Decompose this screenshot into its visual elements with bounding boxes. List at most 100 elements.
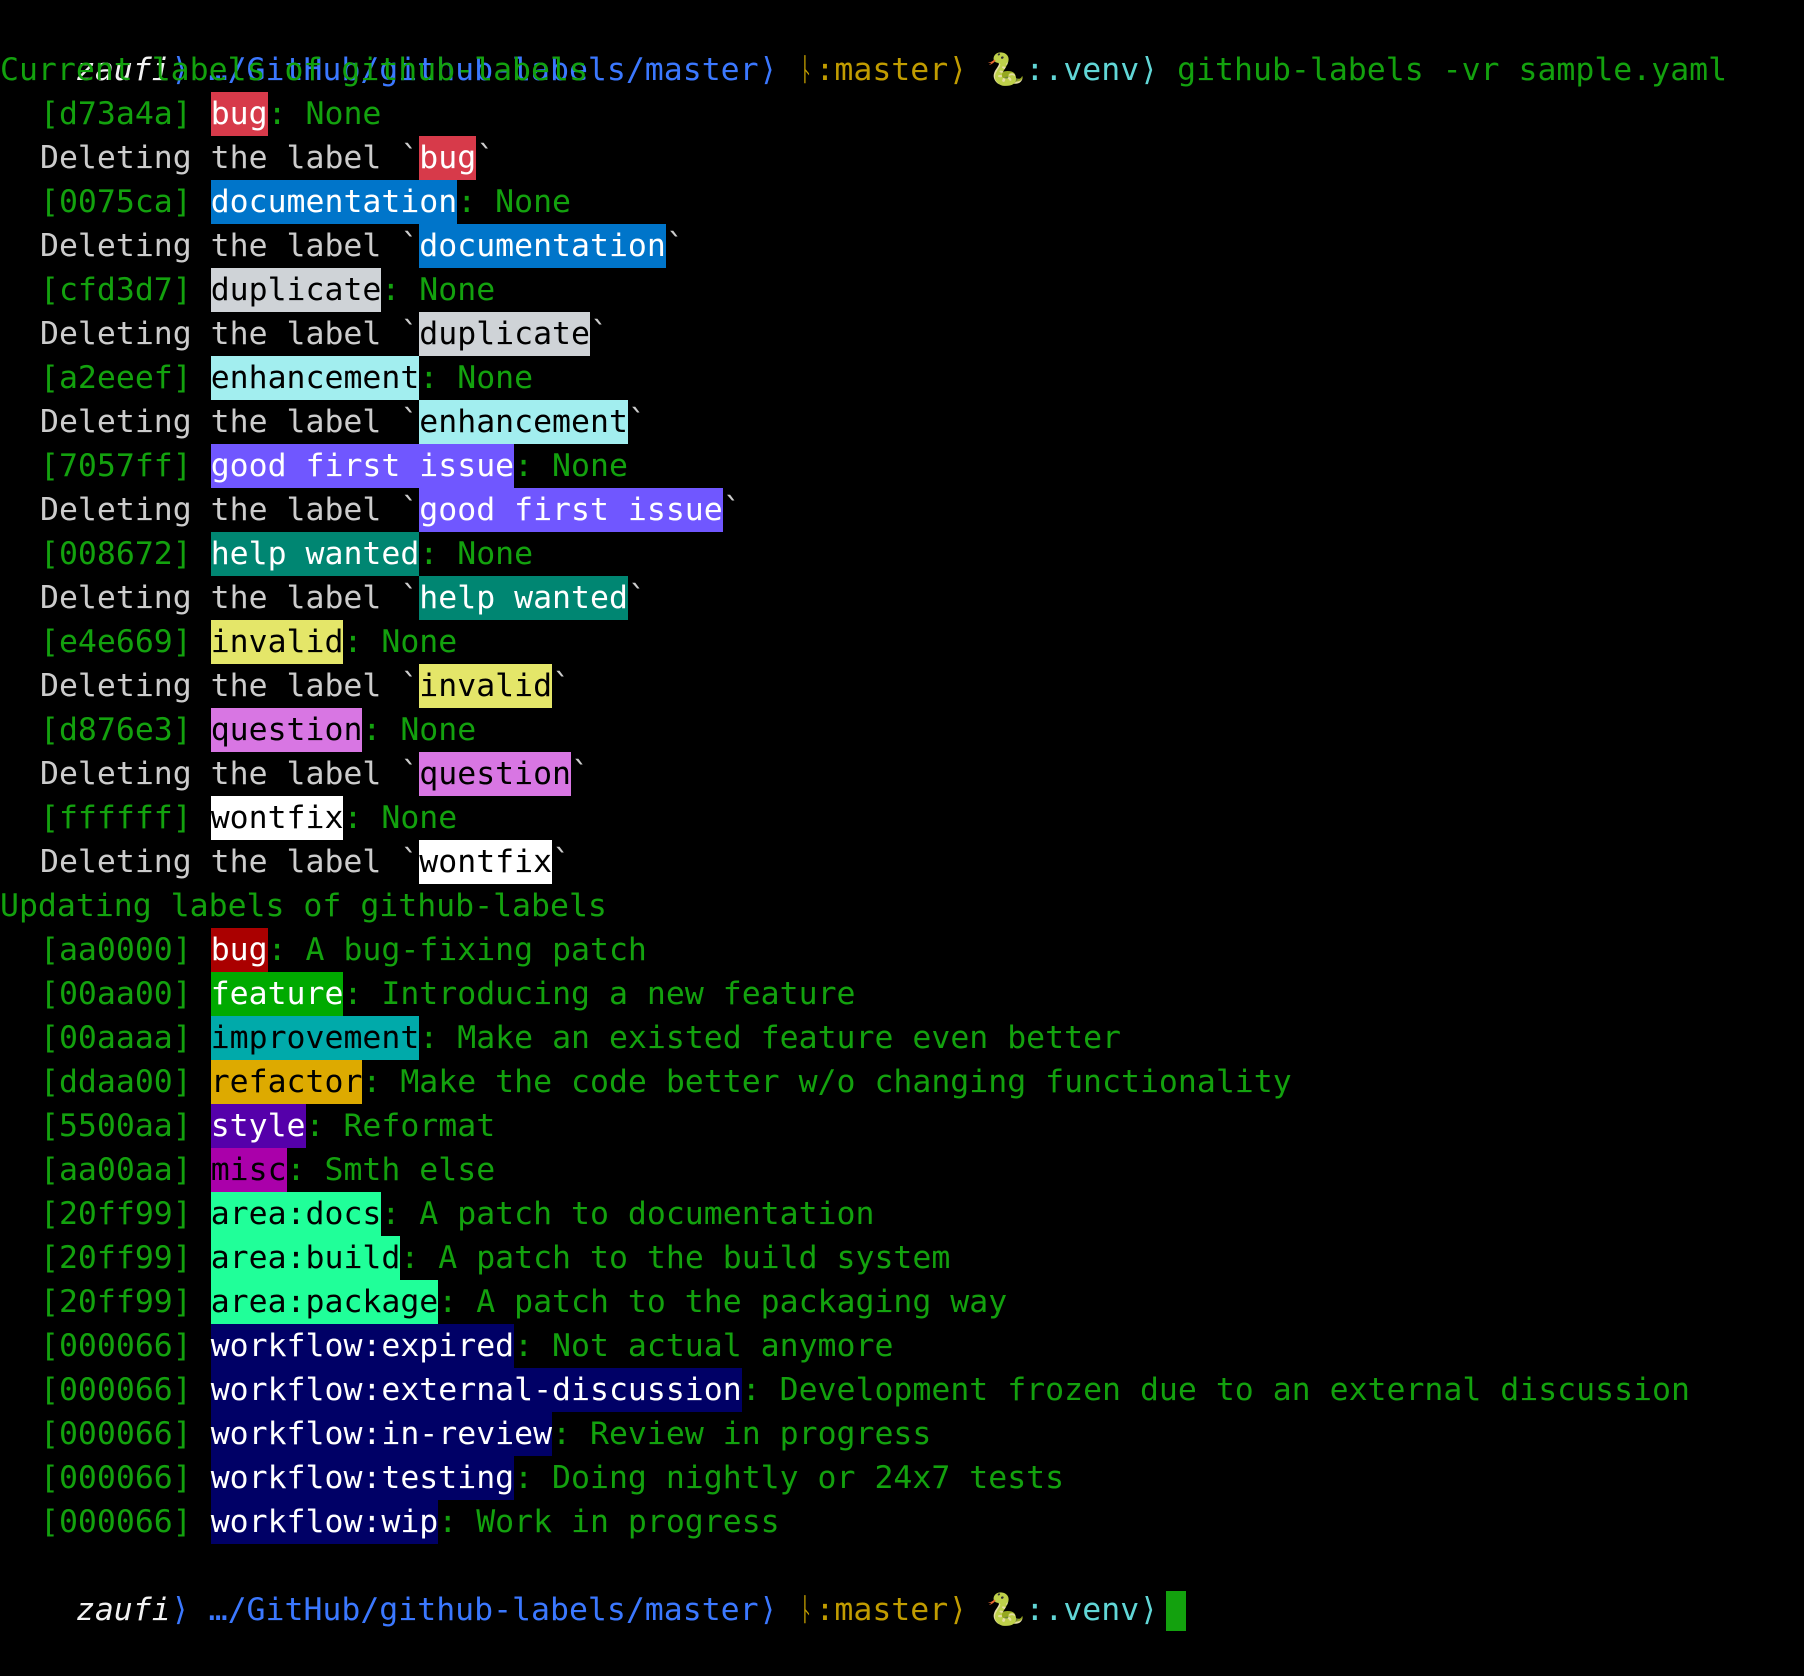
backtick: ` bbox=[665, 228, 685, 264]
label-description: : Make the code better w/o changing func… bbox=[362, 1064, 1292, 1100]
label-description: : None bbox=[343, 800, 458, 836]
label-description: : Development frozen due to an external … bbox=[741, 1372, 1690, 1408]
label-tag: good first issue bbox=[419, 488, 723, 532]
label-row: [aa0000] bug: A bug-fixing patch bbox=[0, 928, 1804, 972]
prompt-line-empty[interactable]: zaufi⟩ …/GitHub/github-labels/master⟩ ᚿ:… bbox=[0, 1544, 1804, 1631]
label-hash: [000066] bbox=[40, 1372, 192, 1408]
prompt-separator: ⟩ bbox=[948, 52, 968, 88]
backtick: ` bbox=[571, 756, 590, 792]
label-hash: [20ff99] bbox=[40, 1240, 192, 1276]
label-tag: documentation bbox=[210, 180, 458, 224]
label-row: [d73a4a] bug: None bbox=[0, 92, 1804, 136]
label-row: [7057ff] good first issue: None bbox=[0, 444, 1804, 488]
label-row: [20ff99] area:build: A patch to the buil… bbox=[0, 1236, 1804, 1280]
label-tag: area:build bbox=[210, 1236, 401, 1280]
label-hash: [000066] bbox=[40, 1460, 192, 1496]
label-row: [00aaaa] improvement: Make an existed fe… bbox=[0, 1016, 1804, 1060]
deleting-text: Deleting the label ` bbox=[40, 668, 420, 704]
label-tag: documentation bbox=[419, 224, 666, 268]
label-description: : Doing nightly or 24x7 tests bbox=[514, 1460, 1065, 1496]
label-row: [e4e669] invalid: None bbox=[0, 620, 1804, 664]
label-row: [00aa00] feature: Introducing a new feat… bbox=[0, 972, 1804, 1016]
label-tag: bug bbox=[210, 928, 268, 972]
label-description: : Review in progress bbox=[552, 1416, 932, 1452]
label-row: [ffffff] wontfix: None bbox=[0, 796, 1804, 840]
label-row: [ddaa00] refactor: Make the code better … bbox=[0, 1060, 1804, 1104]
label-description: : None bbox=[267, 96, 382, 132]
label-row: [20ff99] area:package: A patch to the pa… bbox=[0, 1280, 1804, 1324]
label-hash: [000066] bbox=[40, 1416, 192, 1452]
label-tag: good first issue bbox=[210, 444, 515, 488]
backtick: ` bbox=[589, 316, 609, 352]
label-description: : Smth else bbox=[286, 1152, 496, 1188]
label-tag: workflow:in-review bbox=[210, 1412, 553, 1456]
git-branch-icon: ᚿ bbox=[796, 1592, 816, 1628]
text-cursor[interactable] bbox=[1166, 1591, 1187, 1631]
label-hash: [7057ff] bbox=[40, 448, 192, 484]
command-text: github-labels -vr sample.yaml bbox=[1177, 52, 1728, 88]
backtick: ` bbox=[722, 492, 742, 528]
label-tag: duplicate bbox=[419, 312, 590, 356]
label-tag: style bbox=[210, 1104, 306, 1148]
prompt-branch: :master bbox=[815, 52, 949, 88]
label-description: : Not actual anymore bbox=[514, 1328, 894, 1364]
deleting-text: Deleting the label ` bbox=[40, 580, 420, 616]
label-hash: [a2eeef] bbox=[40, 360, 192, 396]
label-tag: help wanted bbox=[210, 532, 420, 576]
prompt-separator: ⟩ bbox=[758, 52, 778, 88]
label-hash: [ddaa00] bbox=[40, 1064, 192, 1100]
label-tag: bug bbox=[210, 92, 268, 136]
deleting-row: Deleting the label `good first issue` bbox=[0, 488, 1804, 532]
label-description: : Work in progress bbox=[438, 1504, 780, 1540]
label-tag: question bbox=[419, 752, 572, 796]
label-row: [000066] workflow:expired: Not actual an… bbox=[0, 1324, 1804, 1368]
label-hash: [008672] bbox=[40, 536, 192, 572]
label-hash: [e4e669] bbox=[40, 624, 192, 660]
prompt-path: …/GitHub/github-labels/master bbox=[208, 1592, 759, 1628]
prompt-venv: :.venv bbox=[1025, 52, 1140, 88]
label-description: : None bbox=[514, 448, 628, 484]
deleting-text: Deleting the label ` bbox=[40, 404, 420, 440]
label-hash: [000066] bbox=[40, 1328, 192, 1364]
label-row: [008672] help wanted: None bbox=[0, 532, 1804, 576]
prompt-separator: ⟩ bbox=[170, 1592, 190, 1628]
deleting-row: Deleting the label `invalid` bbox=[0, 664, 1804, 708]
label-tag: bug bbox=[419, 136, 477, 180]
deleting-text: Deleting the label ` bbox=[40, 844, 420, 880]
backtick: ` bbox=[552, 844, 572, 880]
label-hash: [ffffff] bbox=[40, 800, 192, 836]
label-tag: question bbox=[210, 708, 363, 752]
label-hash: [d876e3] bbox=[40, 712, 192, 748]
deleting-text: Deleting the label ` bbox=[40, 756, 420, 792]
backtick: ` bbox=[552, 668, 572, 704]
prompt-separator: ⟩ bbox=[1139, 52, 1159, 88]
deleting-row: Deleting the label `documentation` bbox=[0, 224, 1804, 268]
label-description: : A patch to the packaging way bbox=[438, 1284, 1008, 1320]
prompt-separator: ⟩ bbox=[948, 1592, 968, 1628]
label-hash: [0075ca] bbox=[40, 184, 192, 220]
deleting-row: Deleting the label `duplicate` bbox=[0, 312, 1804, 356]
label-row: [a2eeef] enhancement: None bbox=[0, 356, 1804, 400]
prompt-separator: ⟩ bbox=[758, 1592, 778, 1628]
label-description: : A patch to documentation bbox=[381, 1196, 875, 1232]
label-row: [5500aa] style: Reformat bbox=[0, 1104, 1804, 1148]
label-tag: wontfix bbox=[210, 796, 344, 840]
terminal-window[interactable]: zaufi⟩ …/GitHub/github-labels/master⟩ ᚿ:… bbox=[0, 0, 1804, 1631]
prompt-separator: ⟩ bbox=[1139, 1592, 1159, 1628]
label-tag: enhancement bbox=[419, 400, 628, 444]
deleting-row: Deleting the label `bug` bbox=[0, 136, 1804, 180]
label-tag: workflow:wip bbox=[210, 1500, 439, 1544]
label-description: : Make an existed feature even better bbox=[419, 1020, 1122, 1056]
backtick: ` bbox=[627, 404, 647, 440]
label-description: : None bbox=[419, 360, 534, 396]
deleting-row: Deleting the label `help wanted` bbox=[0, 576, 1804, 620]
label-tag: invalid bbox=[210, 620, 344, 664]
deleting-text: Deleting the label ` bbox=[40, 316, 420, 352]
python-snake-icon: 🐍 bbox=[986, 52, 1026, 88]
label-tag: area:package bbox=[210, 1280, 439, 1324]
label-row: [aa00aa] misc: Smth else bbox=[0, 1148, 1804, 1192]
backtick: ` bbox=[627, 580, 647, 616]
label-tag: wontfix bbox=[419, 840, 553, 884]
label-description: : None bbox=[419, 536, 534, 572]
label-tag: enhancement bbox=[210, 356, 420, 400]
